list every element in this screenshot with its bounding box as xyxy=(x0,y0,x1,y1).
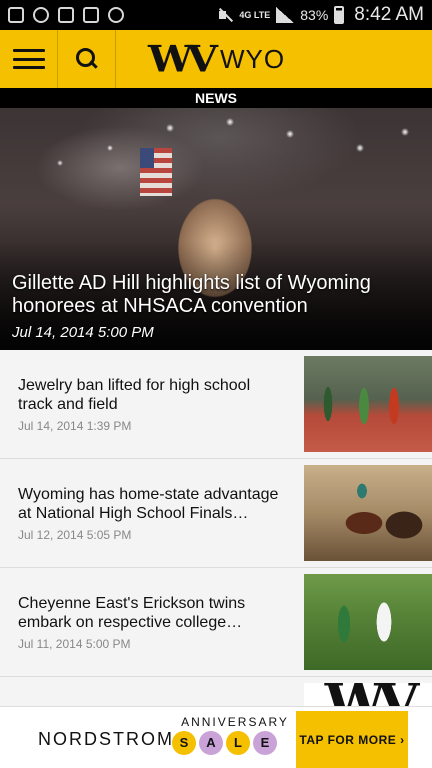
soccer-photo xyxy=(304,574,432,670)
ad-brand: NORDSTROM xyxy=(38,729,174,749)
ad-sale-letters: S A L E xyxy=(172,731,277,755)
tmobile-icon xyxy=(58,7,74,23)
hamburger-icon xyxy=(12,49,45,69)
network-type: 4G LTE xyxy=(239,9,271,20)
signal-icon xyxy=(276,7,295,23)
menu-button[interactable] xyxy=(0,30,58,88)
news-list: Jewelry ban lifted for high school track… xyxy=(0,350,432,706)
list-item[interactable]: Jewelry ban lifted for high school track… xyxy=(0,350,432,459)
rodeo-photo xyxy=(304,465,432,561)
search-button[interactable] xyxy=(58,30,116,88)
thumb-logo-mark: WV xyxy=(325,683,420,706)
ad-cta-button[interactable]: TAP FOR MORE › xyxy=(296,711,408,768)
hero-image xyxy=(0,108,432,188)
hero-story[interactable]: Gillette AD Hill highlights list of Wyom… xyxy=(0,108,432,350)
search-icon xyxy=(75,48,98,70)
list-item[interactable]: Cheyenne East's Erickson twins embark on… xyxy=(0,568,432,677)
article-date: Jul 11, 2014 5:00 PM xyxy=(18,637,131,651)
flag-graphic xyxy=(140,148,172,196)
clock: 8:42 AM xyxy=(354,4,424,25)
app-logo[interactable]: WV WYO xyxy=(148,30,285,88)
article-title: Wyoming has home-state advantage at Nati… xyxy=(18,486,279,522)
system-icons: 4G LTE 83% 8:42 AM xyxy=(217,4,424,26)
mail-icon xyxy=(83,7,99,23)
wifi-icon xyxy=(33,7,49,23)
ad-headline: ANNIVERSARY xyxy=(181,715,289,729)
article-title: Jewelry ban lifted for high school track… xyxy=(18,377,251,413)
article-date: Jul 12, 2014 5:05 PM xyxy=(18,528,132,542)
battery-percent: 83% xyxy=(300,7,329,23)
app-header: WV WYO xyxy=(0,30,432,88)
hero-title: Gillette AD Hill highlights list of Wyom… xyxy=(12,272,371,317)
article-title: Cheyenne East's Erickson twins embark on… xyxy=(18,595,246,631)
wv-logo-thumb: WV xyxy=(304,683,432,706)
sale-letter: E xyxy=(253,731,277,755)
mute-icon xyxy=(217,7,233,23)
logo-text: WYO xyxy=(219,43,286,74)
section-title: NEWS xyxy=(0,88,432,108)
article-date: Jul 14, 2014 1:39 PM xyxy=(18,419,132,433)
track-photo xyxy=(304,356,432,452)
sale-letter: L xyxy=(226,731,250,755)
ad-banner[interactable]: NORDSTROM ANNIVERSARY S A L E TAP FOR MO… xyxy=(0,706,432,768)
hero-date: Jul 14, 2014 5:00 PM xyxy=(12,324,154,341)
notification-icons xyxy=(8,7,124,23)
sale-letter: S xyxy=(172,731,196,755)
shield-icon xyxy=(108,7,124,23)
gallery-icon xyxy=(8,7,24,23)
status-bar: 4G LTE 83% 8:42 AM xyxy=(0,0,432,30)
list-item[interactable]: WV xyxy=(0,677,432,706)
sale-letter: A xyxy=(199,731,223,755)
battery-icon xyxy=(334,6,345,24)
logo-mark: WV xyxy=(148,37,218,81)
list-item[interactable]: Wyoming has home-state advantage at Nati… xyxy=(0,459,432,568)
